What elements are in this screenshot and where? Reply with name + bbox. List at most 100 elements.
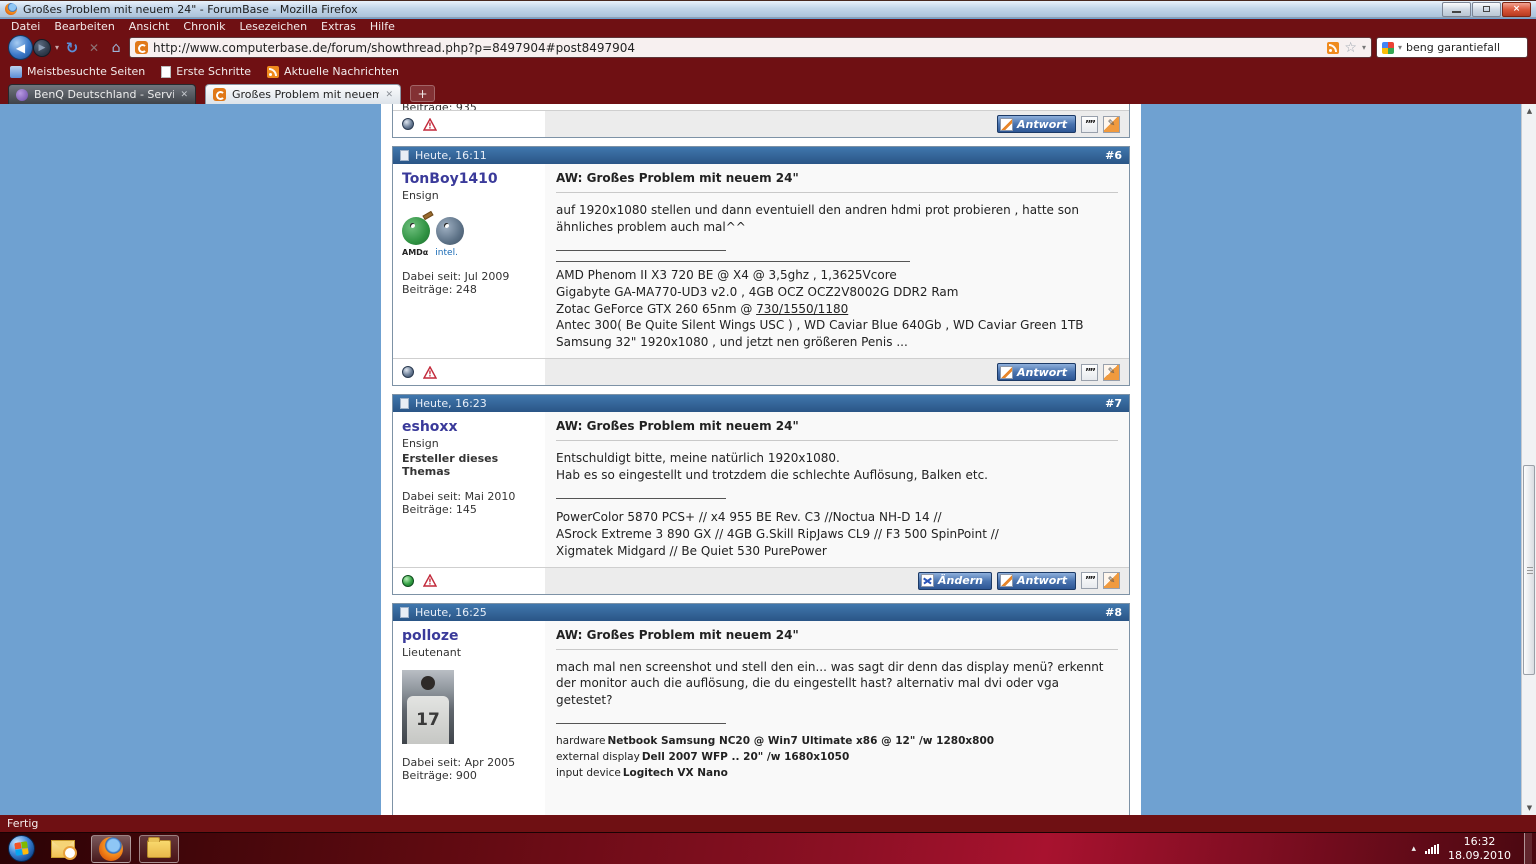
taskbar-clock[interactable]: 16:32 18.09.2010 bbox=[1448, 835, 1511, 863]
multiquote-button[interactable]: ✎ bbox=[1103, 115, 1120, 133]
menu-ansicht[interactable]: Ansicht bbox=[122, 20, 177, 33]
menu-bearbeiten[interactable]: Bearbeiten bbox=[47, 20, 121, 33]
signature-separator bbox=[556, 250, 726, 252]
tab-forum-thread[interactable]: Großes Problem mit neuem 24" -... ✕ bbox=[205, 84, 401, 104]
search-bar[interactable]: ▾ bbox=[1376, 37, 1536, 58]
antwort-button[interactable]: Antwort bbox=[996, 571, 1076, 590]
scrollbar-thumb[interactable] bbox=[1523, 465, 1535, 675]
restore-icon bbox=[1483, 6, 1490, 12]
start-button[interactable] bbox=[8, 835, 35, 862]
close-button[interactable]: × bbox=[1502, 1, 1531, 17]
antwort-button[interactable]: Antwort bbox=[996, 115, 1076, 133]
restore-button[interactable] bbox=[1472, 1, 1501, 17]
multiquote-button[interactable]: ✎ bbox=[1103, 363, 1120, 381]
forum-post-8: Heute, 16:25 #8 polloze Lieutenant 17 Da… bbox=[392, 602, 1130, 815]
window-titlebar[interactable]: Großes Problem mit neuem 24" - ForumBase… bbox=[0, 0, 1536, 18]
search-input[interactable] bbox=[1406, 41, 1536, 54]
tab-close-icon[interactable]: ✕ bbox=[385, 90, 393, 100]
antwort-button[interactable]: Antwort bbox=[996, 363, 1076, 382]
network-signal-icon[interactable] bbox=[1425, 843, 1440, 854]
signature-separator bbox=[556, 498, 726, 500]
svg-text:!: ! bbox=[428, 578, 432, 587]
forward-button[interactable]: ▶ bbox=[33, 38, 51, 57]
page-scrollbar[interactable]: ▲ ▼ bbox=[1521, 104, 1536, 815]
username-link[interactable]: TonBoy1410 bbox=[402, 171, 536, 187]
report-post-icon[interactable]: ! bbox=[423, 365, 437, 379]
username-link[interactable]: polloze bbox=[402, 628, 536, 644]
bookmark-meistbesuchte[interactable]: Meistbesuchte Seiten bbox=[10, 65, 145, 78]
quote-button[interactable]: ”” bbox=[1081, 572, 1098, 590]
forum-post-6: Heute, 16:11 #6 TonBoy1410 Ensign AMDα i… bbox=[392, 146, 1130, 387]
user-info-panel: polloze Lieutenant 17 Dabei seit: Apr 20… bbox=[393, 620, 545, 815]
menu-datei[interactable]: Datei bbox=[4, 20, 47, 33]
bookmark-star-icon[interactable]: ☆ bbox=[1344, 41, 1357, 55]
post-header: Heute, 16:25 #8 bbox=[393, 603, 1129, 621]
user-rank: Lieutenant bbox=[402, 645, 462, 659]
search-engine-dropdown-icon[interactable]: ▾ bbox=[1398, 43, 1402, 52]
menu-extras[interactable]: Extras bbox=[314, 20, 363, 33]
stop-button[interactable]: ✕ bbox=[85, 41, 103, 55]
rss-icon[interactable] bbox=[1327, 41, 1340, 54]
home-button[interactable]: ⌂ bbox=[107, 40, 125, 56]
firefox-icon bbox=[99, 836, 123, 861]
post-count: Beiträge: 900 bbox=[402, 768, 477, 782]
back-icon: ◀ bbox=[15, 40, 26, 55]
post-count: Beiträge: 248 bbox=[402, 283, 477, 296]
scroll-up-icon[interactable]: ▲ bbox=[1522, 104, 1536, 118]
menu-chronik[interactable]: Chronik bbox=[176, 20, 232, 33]
history-dropdown[interactable]: ▾ bbox=[55, 43, 59, 52]
taskbar-firefox[interactable] bbox=[91, 834, 131, 863]
post-number-link[interactable]: #7 bbox=[1105, 397, 1122, 410]
new-tab-button[interactable]: + bbox=[410, 85, 435, 102]
reload-button[interactable]: ↻ bbox=[63, 39, 81, 57]
username-link[interactable]: eshoxx bbox=[402, 419, 536, 435]
desktop: Großes Problem mit neuem 24" - ForumBase… bbox=[0, 0, 1536, 864]
menu-hilfe[interactable]: Hilfe bbox=[363, 20, 402, 33]
reply-icon bbox=[999, 574, 1013, 588]
post-number-link[interactable]: #8 bbox=[1105, 606, 1122, 619]
post-body-text: auf 1920x1080 stellen und dann eventuiel… bbox=[556, 203, 1079, 234]
post-status-icon bbox=[400, 398, 409, 410]
minimize-button[interactable] bbox=[1442, 1, 1471, 17]
tab-bar: BenQ Deutschland - Service und Su... ✕ G… bbox=[0, 82, 1536, 104]
scroll-down-icon[interactable]: ▼ bbox=[1522, 801, 1536, 815]
firefox-icon bbox=[5, 3, 17, 15]
location-bar[interactable]: ☆ ▾ bbox=[129, 37, 1372, 58]
menu-lesezeichen[interactable]: Lesezeichen bbox=[232, 20, 314, 33]
google-icon[interactable] bbox=[1382, 41, 1394, 54]
jersey-number: 17 bbox=[407, 695, 449, 744]
hidden-icons-button[interactable]: ▴ bbox=[1411, 844, 1416, 854]
report-post-icon[interactable]: ! bbox=[423, 574, 437, 587]
quote-button[interactable]: ”” bbox=[1081, 363, 1098, 381]
post-timestamp: Heute, 16:11 bbox=[415, 149, 487, 162]
thread-starter-badge: Ersteller dieses Themas bbox=[402, 452, 499, 479]
user-avatar[interactable]: AMDα intel. bbox=[402, 210, 476, 258]
url-input[interactable] bbox=[153, 40, 1323, 55]
join-date: Dabei seit: Apr 2005 bbox=[402, 755, 516, 769]
urlbar-dropdown-icon[interactable]: ▾ bbox=[1362, 43, 1366, 52]
tab-close-icon[interactable]: ✕ bbox=[180, 90, 188, 100]
aendern-button[interactable]: Ändern bbox=[918, 571, 992, 590]
overclock-link[interactable]: 730/1550/1180 bbox=[756, 302, 848, 316]
signature-separator bbox=[556, 723, 726, 725]
navigation-toolbar: ◀ ▶ ▾ ↻ ✕ ⌂ ☆ ▾ ▾ bbox=[0, 34, 1536, 61]
minimize-icon bbox=[1452, 10, 1461, 13]
post-number-link[interactable]: #6 bbox=[1105, 149, 1122, 162]
bookmark-aktuelle-nachrichten[interactable]: Aktuelle Nachrichten bbox=[267, 65, 399, 78]
back-button[interactable]: ◀ bbox=[8, 35, 33, 60]
user-avatar[interactable]: 17 bbox=[402, 669, 454, 744]
amd-pacman-icon bbox=[402, 210, 434, 245]
bookmark-erste-schritte[interactable]: Erste Schritte bbox=[161, 65, 251, 78]
report-post-icon[interactable]: ! bbox=[423, 117, 437, 131]
post-title: AW: Großes Problem mit neuem 24" bbox=[556, 628, 1118, 650]
multiquote-button[interactable]: ✎ bbox=[1103, 572, 1120, 590]
show-desktop-button[interactable] bbox=[1524, 832, 1532, 864]
post-status-icon bbox=[400, 150, 409, 161]
taskbar-explorer[interactable] bbox=[139, 834, 179, 863]
tab-benq[interactable]: BenQ Deutschland - Service und Su... ✕ bbox=[8, 84, 196, 104]
hammer-icon bbox=[422, 210, 434, 221]
user-info-panel: eshoxx Ensign Ersteller dieses Themas Da… bbox=[393, 412, 545, 567]
post-body-text: mach mal nen screenshot und stell den ei… bbox=[556, 659, 1104, 707]
quote-button[interactable]: ”” bbox=[1081, 115, 1098, 133]
taskbar-outlook[interactable] bbox=[43, 835, 83, 863]
